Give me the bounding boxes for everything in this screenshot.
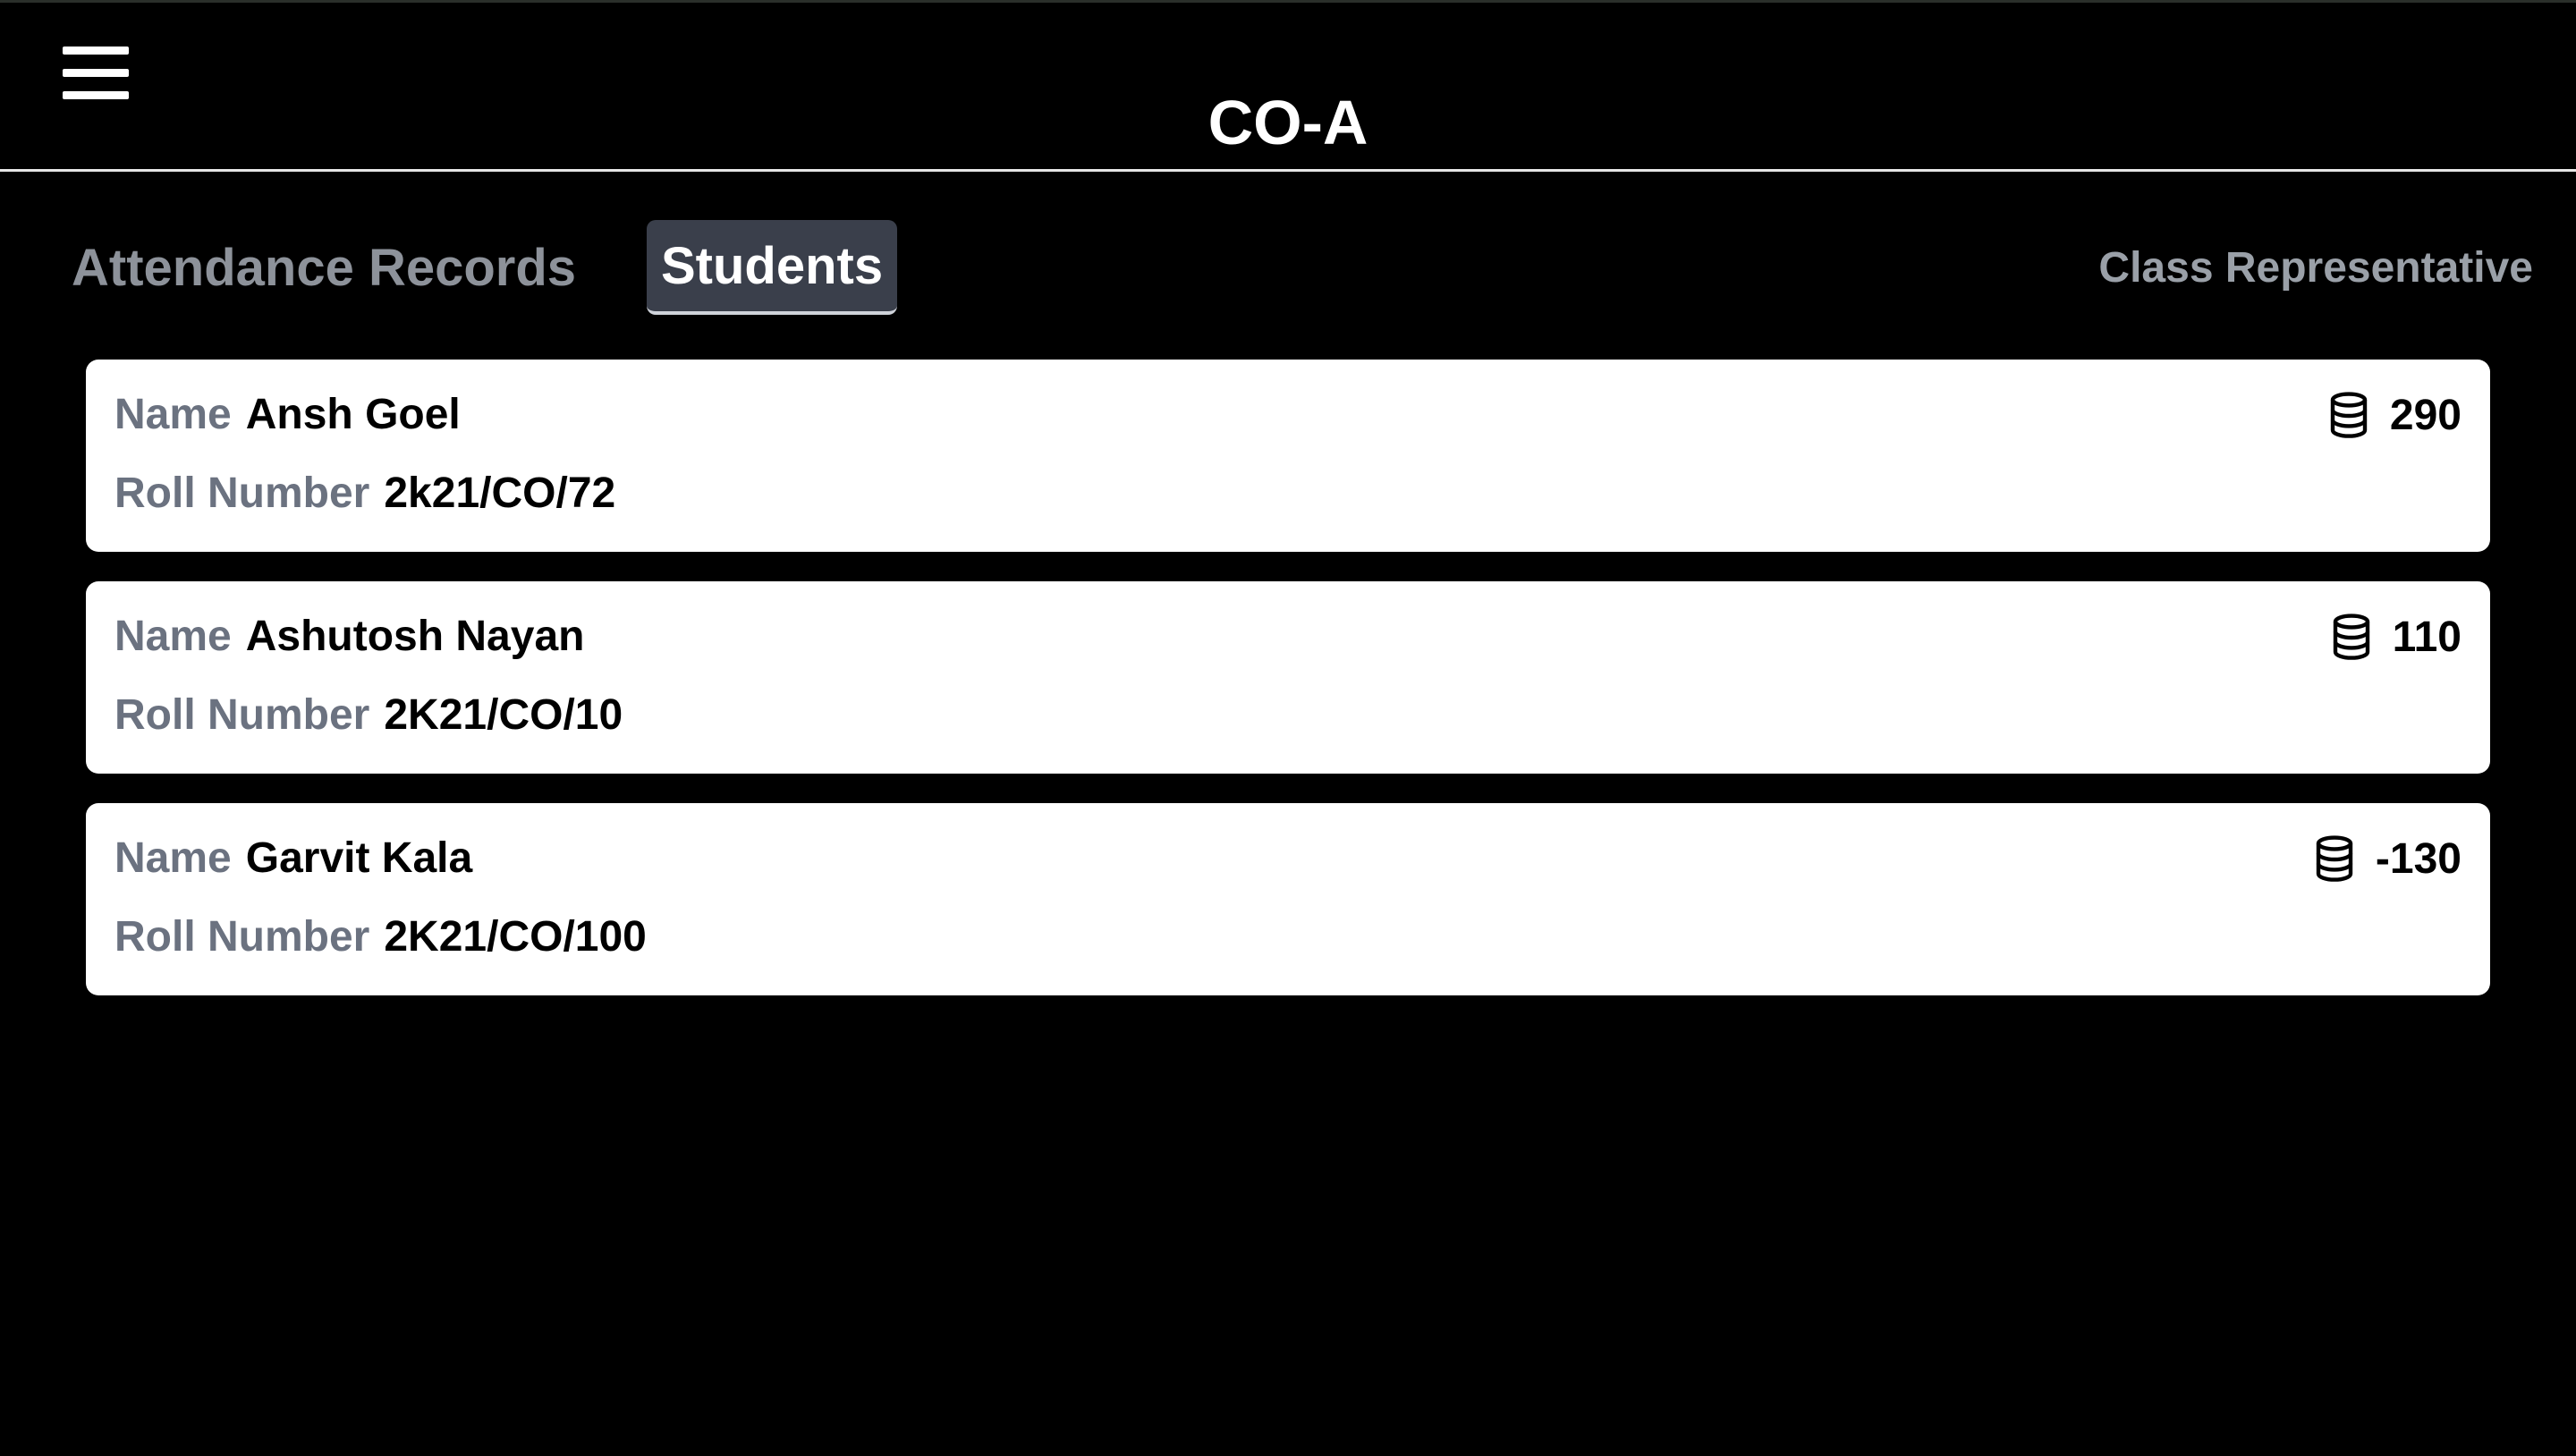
student-points: -130 bbox=[2315, 832, 2462, 885]
student-name: Ansh Goel bbox=[245, 391, 461, 438]
student-name-row: Name Garvit Kala bbox=[114, 832, 472, 885]
user-role-label: Class Representative bbox=[2098, 244, 2533, 292]
tab-attendance-records[interactable]: Attendance Records bbox=[72, 220, 576, 315]
student-roll-number: 2k21/CO/72 bbox=[384, 470, 616, 517]
student-card[interactable]: Name Ansh Goel Roll Number 2k21/CO/72 29… bbox=[86, 360, 2490, 552]
roll-number-label: Roll Number bbox=[114, 470, 370, 517]
student-list: Name Ansh Goel Roll Number 2k21/CO/72 29… bbox=[86, 360, 2490, 1025]
roll-number-label: Roll Number bbox=[114, 691, 370, 739]
student-points: 290 bbox=[2329, 388, 2462, 442]
student-name-row: Name Ansh Goel bbox=[114, 388, 461, 442]
menu-bar-top bbox=[63, 47, 129, 55]
student-points: 110 bbox=[2332, 610, 2462, 664]
app-root: CO-A Attendance Records Students Class R… bbox=[0, 0, 2576, 1456]
menu-bar-middle bbox=[63, 69, 129, 77]
student-name: Garvit Kala bbox=[245, 834, 473, 882]
app-header: CO-A bbox=[0, 0, 2576, 172]
student-card[interactable]: Name Garvit Kala Roll Number 2K21/CO/100… bbox=[86, 803, 2490, 995]
page-title: CO-A bbox=[1208, 88, 1368, 157]
coins-stack-icon bbox=[2316, 835, 2353, 882]
student-roll-number: 2K21/CO/10 bbox=[384, 691, 623, 739]
student-roll-row: Roll Number 2k21/CO/72 bbox=[114, 467, 615, 521]
points-value: 110 bbox=[2392, 613, 2462, 661]
name-label: Name bbox=[114, 834, 232, 882]
coins-stack-icon bbox=[2330, 392, 2368, 438]
coins-stack-icon bbox=[2333, 614, 2369, 660]
name-label: Name bbox=[114, 613, 232, 660]
name-label: Name bbox=[114, 391, 232, 438]
student-name-row: Name Ashutosh Nayan bbox=[114, 610, 584, 664]
student-name: Ashutosh Nayan bbox=[245, 613, 585, 660]
points-value: -130 bbox=[2375, 834, 2462, 883]
student-roll-row: Roll Number 2K21/CO/100 bbox=[114, 910, 647, 964]
student-roll-row: Roll Number 2K21/CO/10 bbox=[114, 689, 623, 742]
roll-number-label: Roll Number bbox=[114, 913, 370, 961]
student-card[interactable]: Name Ashutosh Nayan Roll Number 2K21/CO/… bbox=[86, 581, 2490, 774]
tab-students[interactable]: Students bbox=[647, 220, 898, 315]
points-value: 290 bbox=[2389, 391, 2462, 439]
student-roll-number: 2K21/CO/100 bbox=[384, 913, 647, 961]
